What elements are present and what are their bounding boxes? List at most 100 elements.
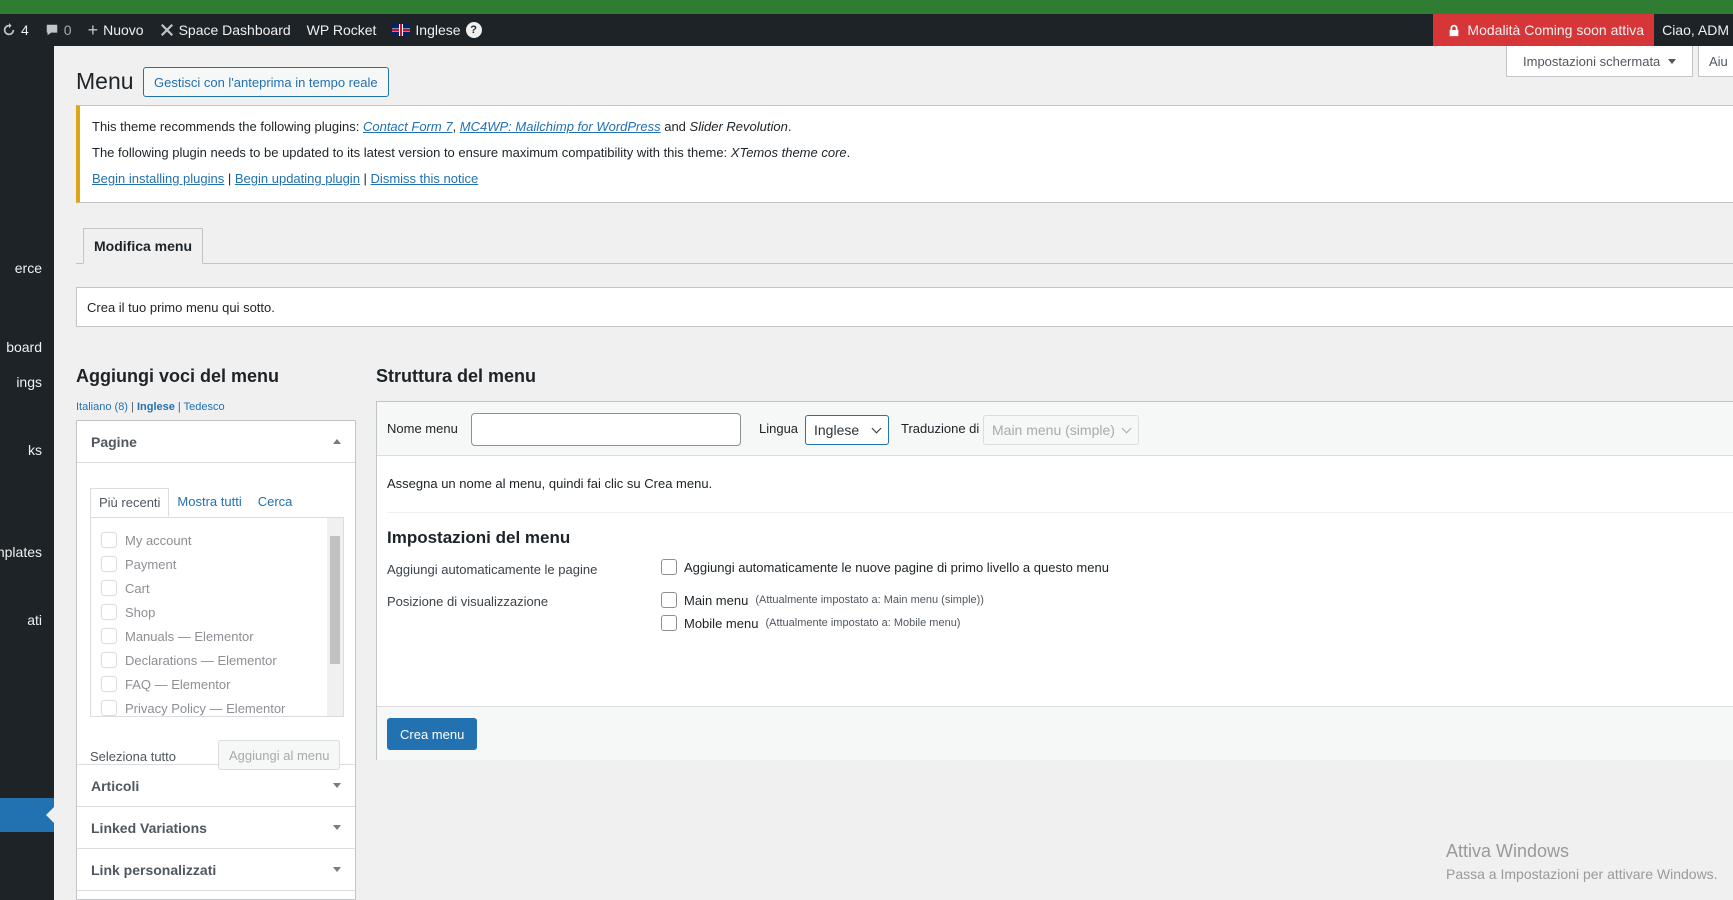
add-menu-items-heading: Aggiungi voci del menu xyxy=(76,366,280,386)
list-item[interactable]: Manuals — Elementor xyxy=(91,624,343,648)
accordion-linked-variations-header[interactable]: Linked Variations xyxy=(77,807,355,849)
lock-icon xyxy=(1450,24,1459,37)
main-content: Menu Gestisci con l'anteprima in tempo r… xyxy=(54,46,1733,900)
list-item[interactable]: FAQ — Elementor xyxy=(91,672,343,696)
accordion-custom-links-header[interactable]: Link personalizzati xyxy=(77,849,355,891)
page-checkbox[interactable] xyxy=(101,556,117,572)
menu-name-label: Nome menu xyxy=(387,421,458,436)
page-checkbox[interactable] xyxy=(101,700,117,716)
list-item[interactable]: Cart xyxy=(91,576,343,600)
screen-options-label: Impostazioni schermata xyxy=(1523,53,1661,69)
space-dashboard-label: Space Dashboard xyxy=(178,22,291,38)
page-checkbox[interactable] xyxy=(101,604,117,620)
link-contact-form-7[interactable]: Contact Form 7 xyxy=(363,119,453,134)
location-main-option[interactable]: Main menu (Attualmente impostato a: Main… xyxy=(661,592,984,608)
select-all-label[interactable]: Seleziona tutto xyxy=(90,749,176,764)
page-checkbox[interactable] xyxy=(101,676,117,692)
tab-edit-menu[interactable]: Modifica menu xyxy=(83,228,204,264)
admin-bar: 4 0 + Nuovo Space Dashboard WP Rocket In… xyxy=(0,14,1733,46)
divider xyxy=(387,512,1733,513)
scrollbar-thumb[interactable] xyxy=(330,536,340,664)
plus-icon: + xyxy=(87,19,99,40)
sidebar-item-data[interactable]: ati xyxy=(0,612,54,628)
coming-soon-item[interactable]: Modalità Coming soon attiva xyxy=(1433,14,1655,46)
admin-sidebar: erce board ings ks nplates ati xyxy=(0,46,54,900)
link-mc4wp[interactable]: MC4WP: Mailchimp for WordPress xyxy=(460,119,661,134)
accordion-posts-header[interactable]: Articoli xyxy=(77,765,355,807)
caret-down-icon xyxy=(1668,58,1677,64)
lang-italian-link[interactable]: Italiano (8) xyxy=(76,401,128,413)
list-item[interactable]: Payment xyxy=(91,552,343,576)
tab-search[interactable]: Cerca xyxy=(250,488,301,517)
uk-flag-icon xyxy=(392,24,411,36)
help-circle-icon: ? xyxy=(465,22,482,38)
space-dashboard-item[interactable]: Space Dashboard xyxy=(152,14,299,46)
auto-add-option[interactable]: Aggiungi automaticamente le nuove pagine… xyxy=(661,559,1109,575)
sidebar-item-settings[interactable]: ings xyxy=(0,374,54,390)
comments-count: 0 xyxy=(63,22,72,38)
help-label: Aiu xyxy=(1709,53,1728,69)
menu-name-input[interactable] xyxy=(471,413,741,446)
add-to-menu-button[interactable]: Aggiungi al menu xyxy=(218,740,341,770)
list-item[interactable]: Declarations — Elementor xyxy=(91,648,343,672)
comments-item[interactable]: 0 xyxy=(37,14,80,46)
dismiss-notice-link[interactable]: Dismiss this notice xyxy=(371,171,479,186)
list-item[interactable]: My account xyxy=(91,528,343,552)
tab-view-all[interactable]: Mostra tutti xyxy=(169,488,249,517)
caret-down-icon xyxy=(333,867,341,872)
location-mobile-option[interactable]: Mobile menu (Attualmente impostato a: Mo… xyxy=(661,615,960,631)
begin-updating-link[interactable]: Begin updating plugin xyxy=(235,171,360,186)
lang-german-link[interactable]: Tedesco xyxy=(184,401,225,413)
tools-icon xyxy=(160,23,173,37)
notice-line-2: The following plugin needs to be updated… xyxy=(92,145,851,160)
sidebar-item-woocommerce[interactable]: erce xyxy=(0,260,54,276)
language-select[interactable]: Inglese xyxy=(805,415,889,445)
page-checkbox[interactable] xyxy=(101,532,117,548)
create-menu-button[interactable]: Crea menu xyxy=(387,718,478,750)
translation-select[interactable]: Main menu (simple) xyxy=(983,415,1139,445)
greeting-label: Ciao, ADM xyxy=(1662,22,1729,38)
sidebar-item-blocks[interactable]: ks xyxy=(0,442,54,458)
tab-most-recent[interactable]: Più recenti xyxy=(90,488,170,517)
updates-item[interactable]: 4 xyxy=(0,14,37,46)
sidebar-item-templates[interactable]: nplates xyxy=(0,544,54,560)
chevron-down-icon xyxy=(871,423,882,433)
help-button[interactable]: Aiu xyxy=(1698,46,1733,77)
list-item[interactable]: Shop xyxy=(91,600,343,624)
display-location-label: Posizione di visualizzazione xyxy=(387,594,549,609)
refresh-icon xyxy=(3,23,15,36)
sidebar-item-dashboard[interactable]: board xyxy=(0,339,54,355)
language-links: Italiano (8) | Inglese | Tedesco xyxy=(76,401,225,413)
page-checkbox[interactable] xyxy=(101,580,117,596)
menu-instructions: Assegna un nome al menu, quindi fai clic… xyxy=(387,476,713,491)
menu-structure-heading: Struttura del menu xyxy=(376,366,537,386)
pages-checklist: My account Payment Cart Shop Manuals — E… xyxy=(90,517,344,717)
page-checkbox[interactable] xyxy=(101,628,117,644)
notice-line-3: Begin installing plugins | Begin updatin… xyxy=(92,171,479,186)
auto-add-checkbox[interactable] xyxy=(661,559,677,575)
location-main-checkbox[interactable] xyxy=(661,592,677,608)
nav-tab-line xyxy=(76,263,1733,264)
list-scrollbar[interactable] xyxy=(327,518,343,716)
info-text: Crea il tuo primo menu qui sotto. xyxy=(87,299,275,315)
translation-label: Traduzione di xyxy=(901,421,980,436)
page-checkbox[interactable] xyxy=(101,652,117,668)
lang-english-link[interactable]: Inglese xyxy=(137,401,175,413)
info-box: Crea il tuo primo menu qui sotto. xyxy=(76,287,1733,327)
begin-installing-link[interactable]: Begin installing plugins xyxy=(92,171,224,186)
pages-panel: Più recenti Mostra tutti Cerca My accoun… xyxy=(77,463,355,770)
accordion-pages-header[interactable]: Pagine xyxy=(77,421,355,463)
list-item[interactable]: Privacy Policy — Elementor xyxy=(91,696,343,716)
page-title: Menu xyxy=(76,68,134,94)
updates-count: 4 xyxy=(21,22,29,38)
screen-options-button[interactable]: Impostazioni schermata xyxy=(1506,46,1694,77)
live-preview-button[interactable]: Gestisci con l'anteprima in tempo reale xyxy=(143,67,389,97)
sidebar-item-appearance-active[interactable] xyxy=(0,798,54,832)
browser-top-strip xyxy=(0,0,1733,14)
language-item[interactable]: Inglese ? xyxy=(384,14,489,46)
wp-rocket-label: WP Rocket xyxy=(306,22,377,38)
new-content-item[interactable]: + Nuovo xyxy=(80,14,152,46)
wp-rocket-item[interactable]: WP Rocket xyxy=(299,14,385,46)
location-mobile-checkbox[interactable] xyxy=(661,615,677,631)
my-account-item[interactable]: Ciao, ADM xyxy=(1654,14,1733,46)
